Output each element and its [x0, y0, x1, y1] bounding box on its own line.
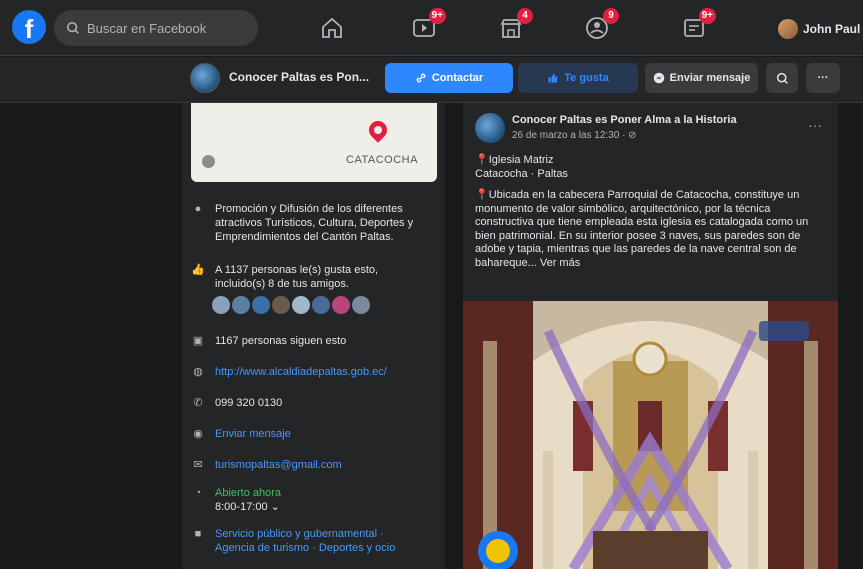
followers-text: 1167 personas siguen esto [215, 335, 347, 347]
description-row: ● Promoción y Difusión de los diferentes… [191, 202, 421, 244]
avatar[interactable] [312, 296, 330, 314]
hours-text: 8:00-17:00 [215, 501, 268, 513]
pin-icon: 📍 [475, 189, 489, 201]
post-location-sub: Catacocha · Paltas [475, 167, 568, 180]
website-row: ◍ http://www.alcaldiadepaltas.gob.ec/ [191, 365, 387, 379]
likes-count-text: A 1137 personas le(s) gusta esto, inclui… [215, 264, 379, 290]
messenger-link[interactable]: Enviar mensaje [215, 427, 291, 441]
avatar[interactable] [252, 296, 270, 314]
avatar[interactable] [332, 296, 350, 314]
post-body: 📍Iglesia Matriz Catacocha · Paltas 📍Ubic… [475, 154, 827, 270]
search-icon [776, 72, 788, 84]
avatar[interactable] [292, 296, 310, 314]
watch-icon[interactable]: 9+ [410, 8, 446, 42]
map-city-label: CATACOCHA [346, 154, 418, 166]
website-link[interactable]: http://www.alcaldiadepaltas.gob.ec/ [215, 365, 387, 379]
chevron-down-icon: ⌄ [270, 501, 280, 513]
thumbs-up-icon: 👍 [191, 264, 205, 276]
clock-icon: ◔ [194, 487, 202, 499]
tag-icon: ■ [194, 528, 202, 540]
mail-icon: ✉ [193, 459, 203, 471]
post-author-avatar[interactable] [475, 113, 505, 143]
email-row: ✉ turismopaltas@gmail.com [191, 458, 342, 472]
like-button[interactable]: Te gusta [518, 63, 638, 93]
groups-badge: 9 [603, 8, 619, 24]
gaming-icon[interactable]: 9+ [680, 8, 716, 42]
marketplace-icon[interactable]: 4 [497, 8, 533, 42]
church-interior-image[interactable] [463, 301, 838, 569]
profile-button[interactable]: John Paul [778, 16, 860, 42]
post-description: Ubicada en la cabecera Parroquial de Cat… [475, 189, 809, 269]
phone-row: ✆ 099 320 0130 [191, 396, 282, 410]
page-description: Promoción y Difusión de los diferentes a… [215, 203, 414, 243]
hours-row: ◔ Abierto ahora 8:00-17:00 ⌄ [191, 486, 281, 514]
ellipsis-icon: ··· [817, 72, 829, 84]
messenger-icon: ◉ [193, 428, 203, 440]
phone-icon: ✆ [193, 397, 203, 409]
post-timestamp[interactable]: 26 de marzo a las 12:30 · ⊘ [512, 130, 637, 141]
avatar[interactable] [212, 296, 230, 314]
post-author-name[interactable]: Conocer Paltas es Poner Alma a la Histor… [512, 114, 737, 126]
followers-icon: ▣ [192, 335, 204, 347]
map-pin-icon [365, 117, 391, 143]
categories-row: ■ Servicio público y gubernamental · Age… [191, 527, 421, 555]
search-icon [66, 21, 79, 34]
info-icon: ● [194, 203, 202, 215]
marketplace-badge: 4 [517, 8, 533, 24]
send-message-button[interactable]: Enviar mensaje [645, 63, 758, 93]
page-info-panel: CATACOCHA ● Promoción y Difusión de los … [182, 103, 445, 569]
page-header-bar: Conocer Paltas es Pon... Contactar Te gu… [0, 57, 863, 103]
avatar [778, 19, 798, 39]
hours-block: Abierto ahora 8:00-17:00 ⌄ [215, 486, 281, 514]
categories-links[interactable]: Servicio público y gubernamental · Agenc… [215, 527, 421, 555]
avatar[interactable] [232, 296, 250, 314]
location-map[interactable]: CATACOCHA [191, 103, 437, 182]
contact-button[interactable]: Contactar [385, 63, 513, 93]
info-icon[interactable] [202, 155, 215, 168]
email-link[interactable]: turismopaltas@gmail.com [215, 458, 342, 472]
search-box[interactable] [54, 10, 258, 46]
groups-icon[interactable]: 9 [583, 8, 619, 42]
see-more-link[interactable]: Ver más [540, 257, 580, 269]
avatar[interactable] [272, 296, 290, 314]
post-location[interactable]: Iglesia Matriz [489, 154, 554, 166]
top-navigation-bar: f 9+ 4 9 9+ John Paul [0, 0, 863, 56]
followers-row: ▣ 1167 personas siguen esto [191, 334, 346, 348]
send-message-label: Enviar mensaje [669, 72, 751, 84]
avatar[interactable] [352, 296, 370, 314]
home-icon[interactable] [318, 14, 346, 42]
feed-post: Conocer Paltas es Poner Alma a la Histor… [463, 103, 838, 569]
pin-icon: 📍 [475, 154, 489, 166]
link-icon [416, 73, 426, 83]
gaming-badge: 9+ [698, 8, 716, 24]
messenger-icon [653, 72, 664, 84]
page-search-button[interactable] [766, 63, 798, 93]
page-avatar[interactable] [190, 63, 220, 93]
search-input[interactable] [87, 20, 237, 36]
messenger-row: ◉ Enviar mensaje [191, 427, 291, 441]
hours-dropdown[interactable]: 8:00-17:00 ⌄ [215, 500, 281, 514]
profile-name: John Paul [803, 22, 861, 36]
phone-number: 099 320 0130 [215, 397, 283, 409]
like-button-label: Te gusta [564, 72, 609, 84]
friends-avatars[interactable] [212, 296, 370, 314]
facebook-logo[interactable]: f [12, 10, 46, 44]
globe-icon: ◍ [193, 366, 203, 378]
watch-badge: 9+ [428, 8, 446, 24]
open-status: Abierto ahora [215, 487, 282, 499]
page-title[interactable]: Conocer Paltas es Pon... [229, 70, 369, 84]
more-options-button[interactable]: ··· [806, 63, 840, 93]
thumbs-up-icon [548, 73, 558, 83]
likes-row: 👍 A 1137 personas le(s) gusta esto, incl… [191, 263, 431, 291]
post-options-icon[interactable]: ··· [808, 117, 822, 133]
contact-button-label: Contactar [431, 72, 484, 84]
